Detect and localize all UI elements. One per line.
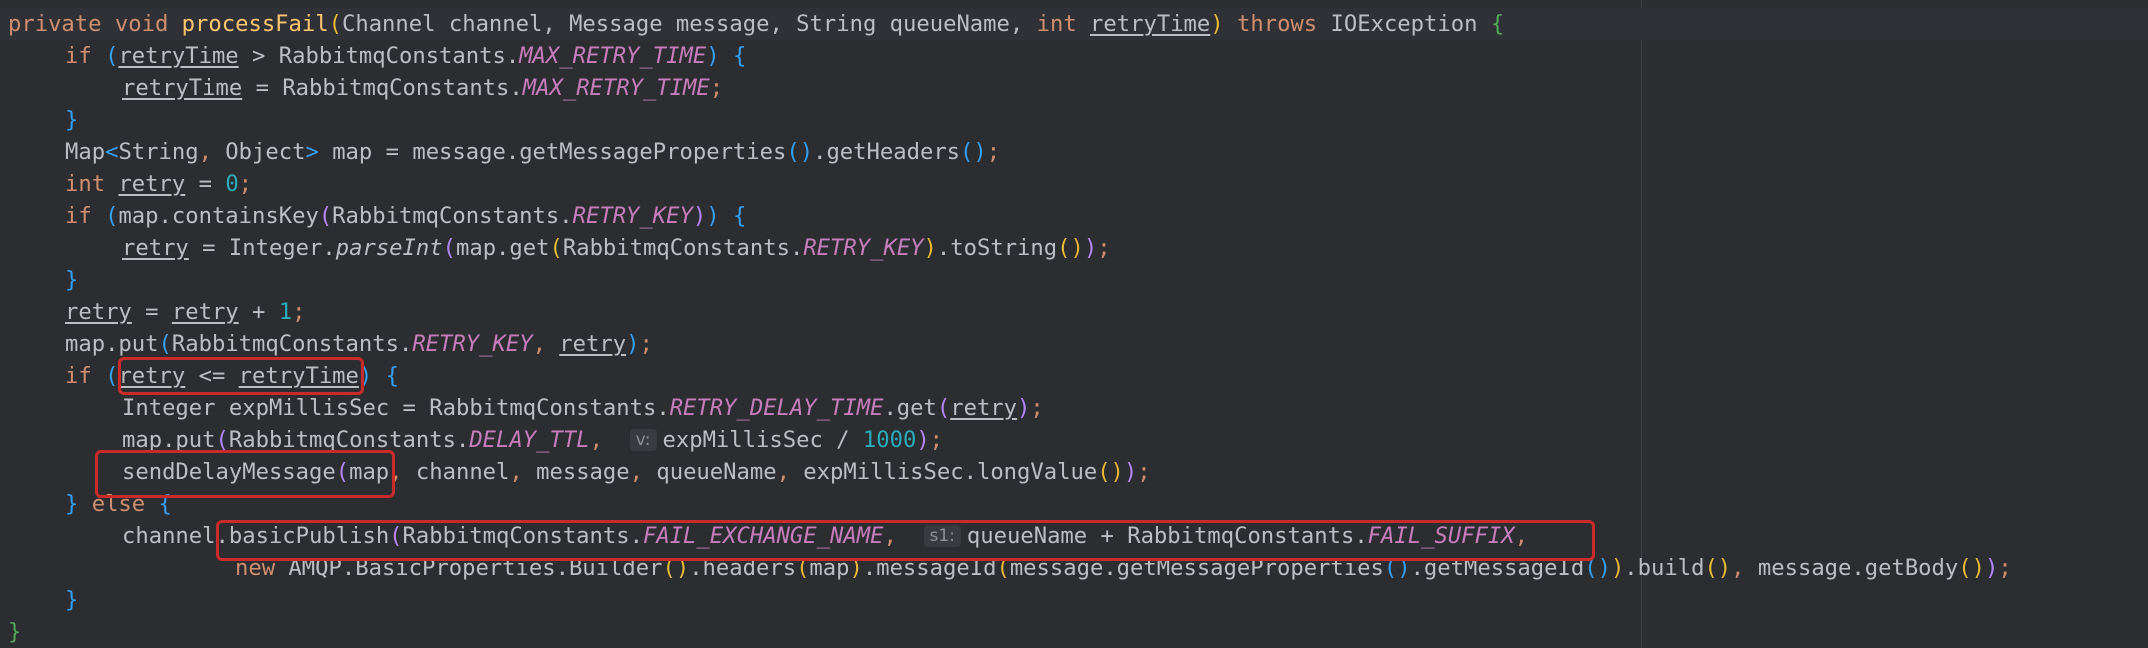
code-line-14[interactable]: map.put(RabbitmqConstants.DELAY_TTL, v: e… <box>0 424 943 456</box>
token: MAX_RETRY_TIME <box>519 43 707 69</box>
token: retry <box>118 363 186 389</box>
code-line-18[interactable]: new AMQP.BasicProperties.Builder().heade… <box>0 552 2012 584</box>
code-line-10[interactable]: retry = retry + 1; <box>0 296 305 328</box>
code-line-6[interactable]: int retry = 0; <box>0 168 252 200</box>
token: retry <box>950 395 1018 421</box>
code-line-17[interactable]: channel.basicPublish(RabbitmqConstants.F… <box>0 520 1528 552</box>
code-editor[interactable]: private void processFail(Channel channel… <box>0 0 2148 648</box>
token: retry <box>65 299 132 325</box>
token: private <box>8 11 102 37</box>
token: RabbitmqConstants <box>171 331 399 357</box>
token: DELAY_TTL <box>469 427 590 453</box>
code-line-2[interactable]: if (retryTime > RabbitmqConstants.MAX_RE… <box>0 40 746 72</box>
token: RETRY_KEY <box>412 331 533 357</box>
token: 0 <box>225 171 239 197</box>
token: RETRY_KEY <box>572 203 693 229</box>
token: IOException <box>1330 11 1478 37</box>
token: if <box>65 203 92 229</box>
parameter-hint: v: <box>629 429 657 451</box>
token: MAX_RETRY_TIME <box>522 75 710 101</box>
code-line-7[interactable]: if (map.containsKey(RabbitmqConstants.RE… <box>0 200 746 232</box>
code-line-13[interactable]: Integer expMillisSec = RabbitmqConstants… <box>0 392 1044 424</box>
code-line-11[interactable]: map.put(RabbitmqConstants.RETRY_KEY, ret… <box>0 328 653 360</box>
token: retry <box>118 171 186 197</box>
token: Channel channel, Message message, String… <box>341 11 1037 37</box>
token: RabbitmqConstants <box>332 203 560 229</box>
token: throws <box>1237 11 1318 37</box>
code-line-4[interactable]: } <box>0 104 78 136</box>
token: retry <box>171 299 239 325</box>
code-line-16[interactable]: } else { <box>0 488 172 520</box>
token: RabbitmqConstants <box>429 395 657 421</box>
token: RabbitmqConstants <box>278 43 506 69</box>
token: map <box>332 139 373 165</box>
code-line-20[interactable]: } <box>0 616 21 648</box>
token: if <box>65 363 92 389</box>
token: int <box>1036 11 1077 37</box>
code-line-15[interactable]: sendDelayMessage(map, channel, message, … <box>0 456 1151 488</box>
token: retryTime <box>1090 11 1211 37</box>
token: RabbitmqConstants <box>1127 523 1355 549</box>
token: retryTime <box>118 43 239 69</box>
parameter-hint: s1: <box>923 525 961 547</box>
token: 1000 <box>862 427 917 453</box>
token: RabbitmqConstants <box>402 523 630 549</box>
token: else <box>91 491 146 517</box>
token: FAIL_SUFFIX <box>1367 523 1515 549</box>
token: retry <box>122 235 189 261</box>
token: basicPublish <box>228 523 390 549</box>
token: RabbitmqConstants <box>228 427 456 453</box>
code-line-19[interactable]: } <box>0 584 78 616</box>
code-line-9[interactable]: } <box>0 264 78 296</box>
token: RabbitmqConstants <box>562 235 790 261</box>
token: FAIL_EXCHANGE_NAME <box>642 523 884 549</box>
token: RETRY_KEY <box>803 235 924 261</box>
token: RETRY_DELAY_TIME <box>669 395 884 421</box>
token: if <box>65 43 92 69</box>
token: RabbitmqConstants <box>282 75 510 101</box>
code-line-8[interactable]: retry = Integer.parseInt(map.get(Rabbitm… <box>0 232 1111 264</box>
code-line-1[interactable]: private void processFail(Channel channel… <box>0 8 2148 40</box>
code-line-12[interactable]: if (retry <= retryTime) { <box>0 360 399 392</box>
token: retryTime <box>238 363 359 389</box>
token: int <box>65 171 106 197</box>
token: retry <box>559 331 627 357</box>
token: sendDelayMessage <box>122 459 336 485</box>
token: new <box>235 555 276 581</box>
code-line-3[interactable]: retryTime = RabbitmqConstants.MAX_RETRY_… <box>0 72 723 104</box>
code-line-5[interactable]: Map<String, Object> map = message.getMes… <box>0 136 1000 168</box>
token: expMillisSec <box>228 395 390 421</box>
token: void <box>114 11 169 37</box>
token: parseInt <box>335 235 443 261</box>
token: retryTime <box>122 75 243 101</box>
method-declaration: processFail <box>181 11 329 37</box>
token: expMillisSec <box>662 427 823 453</box>
token: 1 <box>278 299 293 325</box>
indent-guide <box>1641 0 1642 648</box>
